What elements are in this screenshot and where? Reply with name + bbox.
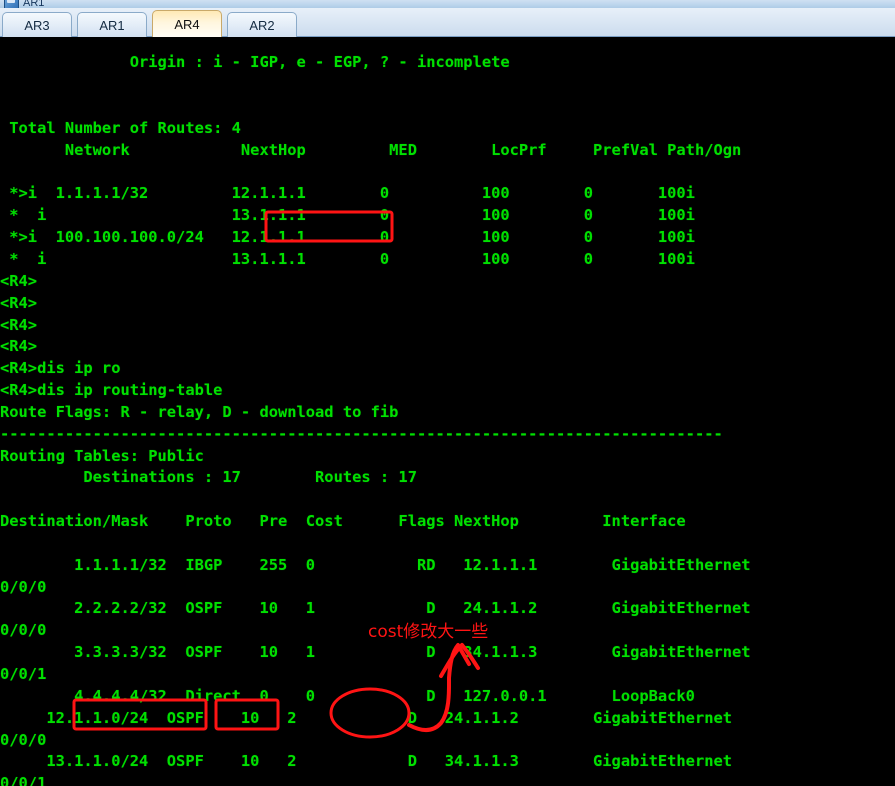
tab-ar4-label: AR4 xyxy=(174,16,200,32)
router-window-icon xyxy=(4,0,19,8)
tab-strip: AR3 AR1 AR4 AR2 xyxy=(0,8,895,37)
tab-ar2[interactable]: AR2 xyxy=(227,12,297,37)
tab-ar1[interactable]: AR1 xyxy=(77,12,147,37)
window-titlebar: AR1 xyxy=(0,0,895,8)
tab-ar3[interactable]: AR3 xyxy=(2,12,72,37)
console-text: Origin : i - IGP, e - EGP, ? - incomplet… xyxy=(0,53,751,786)
console-output-area[interactable]: Origin : i - IGP, e - EGP, ? - incomplet… xyxy=(0,37,895,786)
ensp-terminal-window: AR1 AR3 AR1 AR4 AR2 Origin : i - IGP, e … xyxy=(0,0,895,786)
tab-ar4[interactable]: AR4 xyxy=(152,10,222,37)
tab-ar3-label: AR3 xyxy=(24,17,50,33)
annotation-note-cost: cost修改大一些 xyxy=(368,622,489,642)
tab-ar2-label: AR2 xyxy=(249,17,275,33)
tab-list: AR3 AR1 AR4 AR2 xyxy=(2,10,302,37)
tab-ar1-label: AR1 xyxy=(99,17,125,33)
window-title: AR1 xyxy=(23,0,45,8)
